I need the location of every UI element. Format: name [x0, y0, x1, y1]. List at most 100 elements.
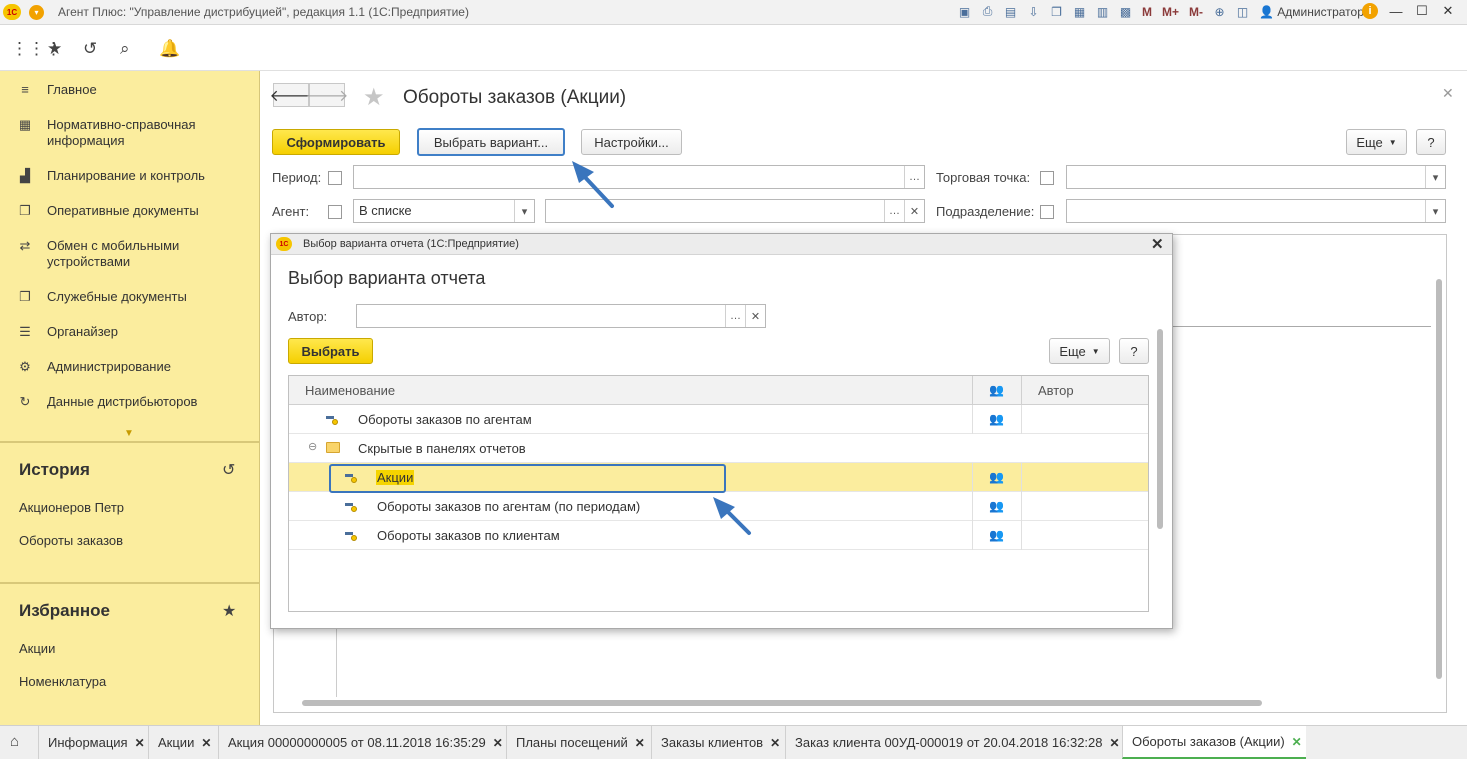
- window-tab[interactable]: Акции ✕: [148, 726, 211, 759]
- sidebar-item-planning[interactable]: ▟ Планирование и контроль: [0, 168, 259, 184]
- print-icon[interactable]: ⎙: [979, 3, 996, 20]
- close-tab-icon[interactable]: ✕: [1292, 735, 1302, 749]
- help-button[interactable]: ?: [1416, 129, 1446, 155]
- table-row[interactable]: Обороты заказов по клиентам 👥: [289, 521, 1148, 550]
- period-checkbox[interactable]: [328, 171, 342, 185]
- search-icon[interactable]: ⌕: [120, 39, 130, 59]
- close-tab-icon[interactable]: ✕: [635, 736, 645, 750]
- table-row-group[interactable]: ⊖ Скрытые в панелях отчетов: [289, 434, 1148, 463]
- maximize-icon[interactable]: ☐: [1414, 3, 1430, 19]
- window-tab[interactable]: Информация ✕: [38, 726, 145, 759]
- more-button[interactable]: Еще ▼: [1346, 129, 1407, 155]
- close-icon[interactable]: ✕: [1440, 3, 1456, 19]
- chevron-down-icon[interactable]: ▾: [514, 200, 534, 222]
- select-button[interactable]: …: [904, 166, 924, 188]
- history-item[interactable]: Обороты заказов: [19, 533, 123, 548]
- table-row[interactable]: Обороты заказов по агентам (по периодам)…: [289, 492, 1148, 521]
- close-tab-icon[interactable]: ✕: [1110, 736, 1120, 750]
- close-tab-icon[interactable]: ✕: [770, 736, 780, 750]
- vertical-scrollbar[interactable]: [1434, 239, 1444, 695]
- collapse-icon[interactable]: ⊖: [308, 440, 317, 453]
- chevron-down-icon[interactable]: ▾: [1425, 166, 1445, 188]
- sidebar-item-service[interactable]: ❐ Служебные документы: [0, 289, 259, 305]
- memory-button[interactable]: M: [1140, 5, 1154, 19]
- close-tab-icon[interactable]: ✕: [201, 736, 211, 750]
- spreadsheet-icon[interactable]: ▦: [1071, 3, 1088, 20]
- info-icon[interactable]: i: [1362, 3, 1378, 19]
- window-tab[interactable]: Заказ клиента 00УД-000019 от 20.04.2018 …: [785, 726, 1120, 759]
- chevron-down-icon[interactable]: ▾: [1425, 200, 1445, 222]
- memory-minus-button[interactable]: M-: [1187, 5, 1205, 19]
- bell-icon[interactable]: 🔔: [159, 39, 180, 59]
- vertical-scrollbar[interactable]: [1155, 309, 1165, 609]
- user-menu[interactable]: 👤 Администратор: [1259, 5, 1364, 19]
- clear-icon[interactable]: ✕: [745, 305, 765, 327]
- minimize-icon[interactable]: —: [1388, 4, 1404, 19]
- column-name-header[interactable]: Наименование: [305, 383, 395, 398]
- favorite-item[interactable]: Акции: [19, 641, 55, 656]
- panels-icon[interactable]: ◫: [1234, 3, 1251, 20]
- close-tab-icon[interactable]: ✕: [135, 736, 145, 750]
- table-row[interactable]: Обороты заказов по агентам 👥: [289, 405, 1148, 434]
- clear-icon[interactable]: ✕: [904, 200, 924, 222]
- history-icon[interactable]: ↺: [222, 460, 235, 480]
- favorite-item[interactable]: Номенклатура: [19, 674, 106, 689]
- trade-point-input[interactable]: ▾: [1066, 165, 1446, 189]
- sidebar-item-admin[interactable]: ⚙ Администрирование: [0, 359, 259, 375]
- sidebar-item-reference[interactable]: ▦ Нормативно-справочная информация: [0, 117, 259, 149]
- close-form-icon[interactable]: ✕: [1442, 85, 1454, 102]
- agent-checkbox[interactable]: [328, 205, 342, 219]
- window-tab[interactable]: Планы посещений ✕: [506, 726, 645, 759]
- chevron-down-icon[interactable]: ▼: [124, 428, 134, 439]
- close-icon[interactable]: ✕: [1151, 235, 1164, 253]
- scrollbar-thumb[interactable]: [1157, 329, 1163, 529]
- window-tab[interactable]: Заказы клиентов ✕: [651, 726, 780, 759]
- close-tab-icon[interactable]: ✕: [493, 736, 503, 750]
- select-button[interactable]: …: [725, 305, 745, 327]
- star-icon[interactable]: ★: [222, 601, 236, 621]
- memory-plus-button[interactable]: M+: [1160, 5, 1181, 19]
- help-button[interactable]: ?: [1119, 338, 1149, 364]
- select-button[interactable]: …: [884, 200, 904, 222]
- divider: [972, 521, 973, 550]
- settings-button[interactable]: Настройки...: [581, 129, 682, 155]
- home-icon[interactable]: ⌂: [10, 733, 19, 750]
- back-button[interactable]: 🡐: [270, 83, 312, 107]
- trade-point-checkbox[interactable]: [1040, 171, 1054, 185]
- choose-variant-button[interactable]: Выбрать вариант...: [417, 128, 565, 156]
- sidebar-item-exchange[interactable]: ⇄ Обмен с мобильными устройствами: [0, 238, 259, 270]
- preview-icon[interactable]: ▤: [1002, 3, 1019, 20]
- forward-button[interactable]: 🡒: [306, 83, 348, 107]
- sidebar-item-operative[interactable]: ❐ Оперативные документы: [0, 203, 259, 219]
- more-button[interactable]: Еще ▼: [1049, 338, 1110, 364]
- generate-button[interactable]: Сформировать: [272, 129, 400, 155]
- main-menu-icon[interactable]: ▾: [29, 4, 44, 20]
- scrollbar-thumb[interactable]: [302, 700, 1262, 706]
- sidebar-item-organizer[interactable]: ☰ Органайзер: [0, 324, 259, 340]
- save-icon[interactable]: ▣: [956, 3, 973, 20]
- favorites-star-icon[interactable]: ★: [47, 39, 62, 59]
- window-tab-active[interactable]: Обороты заказов (Акции) ✕: [1122, 726, 1306, 759]
- favorite-star-icon[interactable]: ★: [363, 83, 385, 112]
- sidebar-item-distributors[interactable]: ↻ Данные дистрибьюторов: [0, 394, 259, 410]
- agent-mode-select[interactable]: В списке ▾: [353, 199, 535, 223]
- zoom-icon[interactable]: ⊕: [1211, 3, 1228, 20]
- copy-icon[interactable]: ❐: [1048, 3, 1065, 20]
- history-item[interactable]: Акционеров Петр: [19, 500, 124, 515]
- agent-value-input[interactable]: … ✕: [545, 199, 925, 223]
- select-button[interactable]: Выбрать: [288, 338, 373, 364]
- variants-table[interactable]: Наименование 👥 Автор Обороты заказов по …: [288, 375, 1149, 612]
- link-icon[interactable]: ⇩: [1025, 3, 1042, 20]
- calculator-icon[interactable]: ▥: [1094, 3, 1111, 20]
- sidebar-item-main[interactable]: ≡ Главное: [0, 82, 259, 98]
- division-checkbox[interactable]: [1040, 205, 1054, 219]
- period-input[interactable]: …: [353, 165, 925, 189]
- scrollbar-thumb[interactable]: [1436, 279, 1442, 679]
- history-icon[interactable]: ↺: [83, 39, 97, 59]
- window-tab[interactable]: Акция 00000000005 от 08.11.2018 16:35:29…: [218, 726, 503, 759]
- horizontal-scrollbar[interactable]: [282, 698, 1427, 708]
- calendar-icon[interactable]: ▩: [1117, 3, 1134, 20]
- division-input[interactable]: ▾: [1066, 199, 1446, 223]
- column-author-header[interactable]: Автор: [1038, 383, 1074, 398]
- author-input[interactable]: … ✕: [356, 304, 766, 328]
